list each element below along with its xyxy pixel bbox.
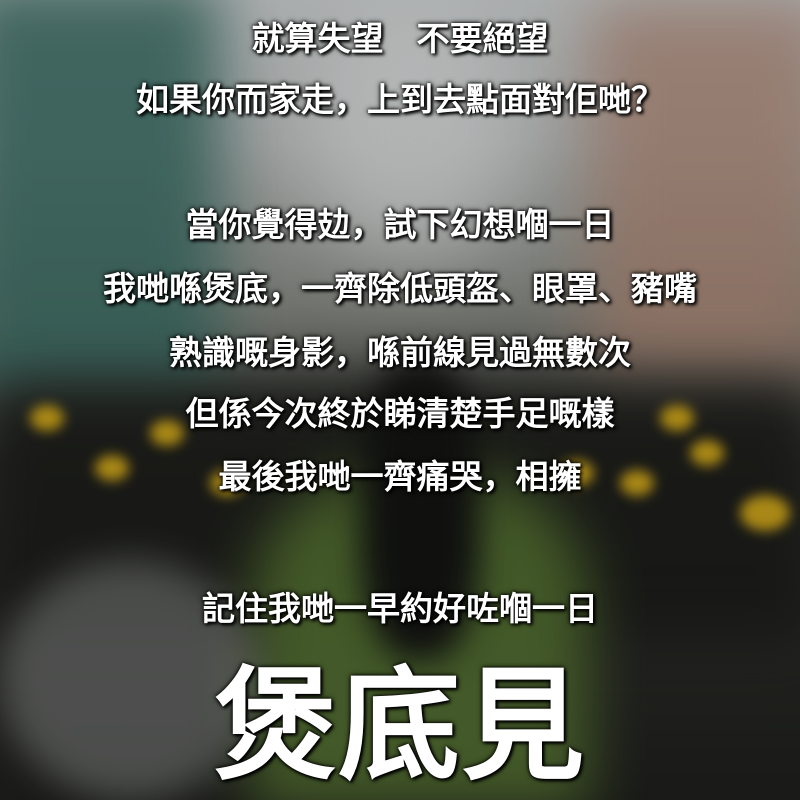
poster-line-7: 最後我哋一齊痛哭，相擁: [218, 457, 582, 496]
poster-line-6: 但係今次終於睇清楚手足嘅樣: [185, 394, 615, 433]
poster-line-8: 記住我哋一早約好咗嗰一日: [202, 589, 598, 628]
poster-line-4: 我哋喺煲底，一齊除低頭盔、眼罩、豬嘴: [103, 269, 697, 308]
poster-line-1: 就算失望 不要絕望: [251, 19, 549, 58]
poster-line-2: 如果你而家走，上到去點面對佢哋？: [136, 80, 664, 119]
poster-line-5: 熟識嘅身影，喺前線見過無數次: [169, 333, 631, 372]
poster-line-3: 當你覺得攰，試下幻想嗰一日: [185, 205, 615, 244]
poster-headline: 煲底見: [214, 655, 586, 797]
